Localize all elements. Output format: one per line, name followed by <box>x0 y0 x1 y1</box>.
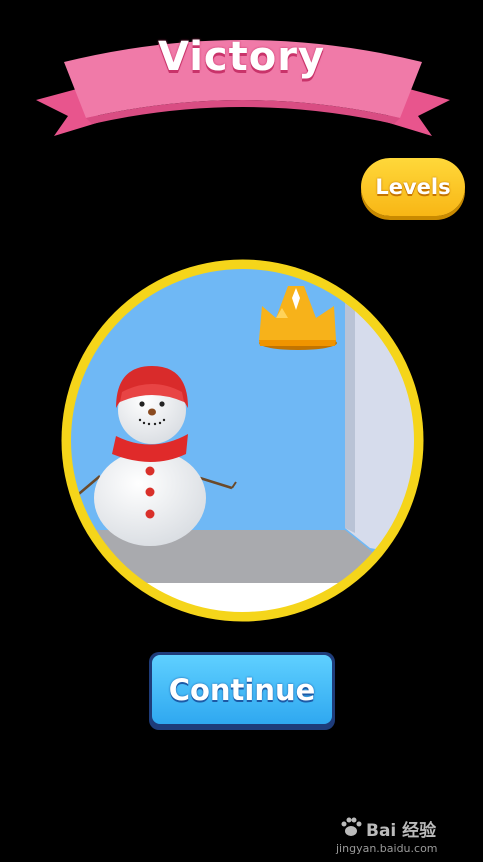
watermark: Bai 经验 jingyan.baidu.com <box>336 814 476 858</box>
continue-button[interactable]: Continue <box>149 652 335 730</box>
watermark-brand: Bai 经验 <box>366 821 437 841</box>
continue-button-label: Continue <box>168 672 316 707</box>
victory-scene <box>61 259 424 622</box>
levels-button[interactable]: Levels <box>361 158 465 216</box>
victory-title: Victory <box>157 34 326 80</box>
levels-button-label: Levels <box>375 175 451 199</box>
watermark-url: jingyan.baidu.com <box>336 842 438 855</box>
paw-icon <box>341 817 362 836</box>
